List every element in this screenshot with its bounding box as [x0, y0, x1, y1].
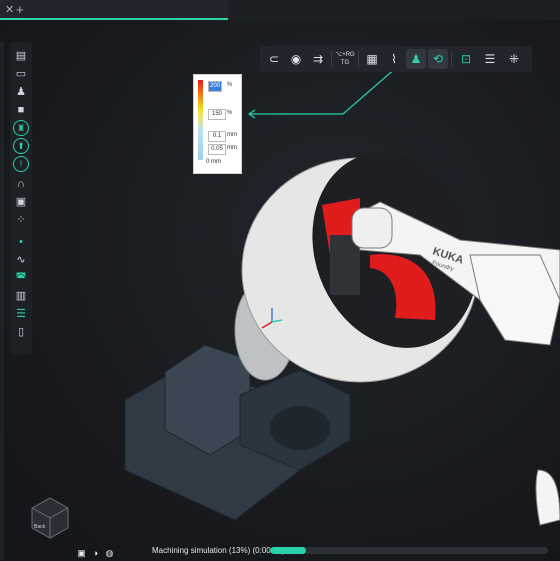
legend-tol2-unit: mm	[227, 145, 237, 151]
legend-zero-label: 0 mm	[206, 159, 221, 165]
shaded-icon[interactable]: ◑	[90, 548, 101, 559]
sheet-icon[interactable]: ■	[13, 102, 29, 118]
dome-icon[interactable]: ◚	[13, 270, 29, 286]
tab-strip: ✕ +	[0, 0, 560, 21]
view-cube[interactable]: Back	[31, 497, 69, 539]
tool-icon[interactable]: ♜	[13, 120, 29, 136]
simulation-progress[interactable]	[270, 547, 548, 554]
magnet-icon[interactable]: ⊂	[264, 49, 284, 69]
legend-max-field[interactable]: 200	[208, 81, 222, 92]
dot-icon[interactable]: •	[13, 234, 29, 250]
camera-icon[interactable]: ◉	[286, 49, 306, 69]
grid-dots-icon[interactable]: ⁘	[13, 212, 29, 228]
sliders-icon[interactable]: ☰	[480, 49, 500, 69]
toolbar-divider	[451, 51, 452, 67]
deviation-legend: 200 % 150 % 0.1 mm 0.05 mm 0 mm	[193, 74, 242, 174]
left-edge-bar	[0, 42, 4, 560]
left-toolbar: ▤ ▭ ♟ ■ ♜ ⬆ ! ∩ ▣ ⁘ • ∿ ◚ ▥ ☰ ▯	[10, 42, 32, 354]
calculator-icon[interactable]: ▦	[362, 49, 382, 69]
legend-mid-field[interactable]: 150	[208, 109, 226, 120]
view-mode-buttons: ▣ ◑ ◍	[76, 543, 120, 558]
wireframe-icon[interactable]: ▣	[76, 548, 87, 559]
robot-tool-fragment	[535, 469, 560, 526]
tab-active[interactable]: ✕	[0, 0, 228, 20]
legend-color-bar	[198, 80, 203, 160]
stamp-icon[interactable]: ♟	[13, 84, 29, 100]
simulation-status: Machining simulation (13%) (0:00:31)	[152, 546, 285, 555]
toolbar-divider	[358, 51, 359, 67]
book-icon[interactable]: ▥	[13, 288, 29, 304]
legend-tol2-field[interactable]: 0.05	[208, 144, 226, 155]
wave-icon[interactable]: ∿	[13, 252, 29, 268]
legend-mid-unit: %	[227, 110, 233, 116]
hotkey-icon[interactable]: ⌥+RG TG	[335, 49, 355, 71]
arrow-up-icon[interactable]: ⬆	[13, 138, 29, 154]
add-tab-icon[interactable]: +	[16, 2, 24, 17]
close-icon[interactable]: ✕	[5, 3, 14, 16]
grid-icon[interactable]: ⁜	[504, 49, 524, 69]
axis-label: NE	[278, 328, 286, 334]
scene-canvas: KUKA Foundry NE Back	[31, 59, 560, 539]
stack-icon[interactable]: ☰	[13, 306, 29, 322]
layer-icon[interactable]: ▭	[13, 66, 29, 82]
arch-icon[interactable]: ∩	[13, 176, 29, 192]
car-icon[interactable]: ⇉	[308, 49, 328, 69]
legend-max-unit: %	[227, 82, 233, 88]
printer-icon[interactable]: ▤	[13, 48, 29, 64]
3d-viewport[interactable]: KUKA Foundry NE Back ▤ ▭ ♟ ■ ♜ ⬆ ! ∩ ▣ ⁘…	[0, 20, 560, 560]
doc-icon[interactable]: ▯	[13, 324, 29, 340]
view-cube-label: Back	[34, 524, 46, 530]
rotate-icon[interactable]: ⟲	[428, 49, 448, 69]
legend-tol1-field[interactable]: 0.1	[208, 131, 226, 142]
toolbar-divider	[331, 51, 332, 67]
top-toolbar: ⊂ ◉ ⇉ ⌥+RG TG ▦ ⌇ ♟ ⟲ ⊡ ☰ ⁜	[260, 46, 532, 72]
robot-icon[interactable]: ♟	[406, 49, 426, 69]
target-icon[interactable]: ⊡	[456, 49, 476, 69]
frame-icon[interactable]: ▣	[13, 194, 29, 210]
pin-icon[interactable]: !	[13, 156, 29, 172]
legend-tol1-unit: mm	[227, 132, 237, 138]
render-icon[interactable]: ◍	[104, 548, 115, 559]
chart-icon[interactable]: ⌇	[384, 49, 404, 69]
simulation-progress-fill	[270, 547, 307, 554]
